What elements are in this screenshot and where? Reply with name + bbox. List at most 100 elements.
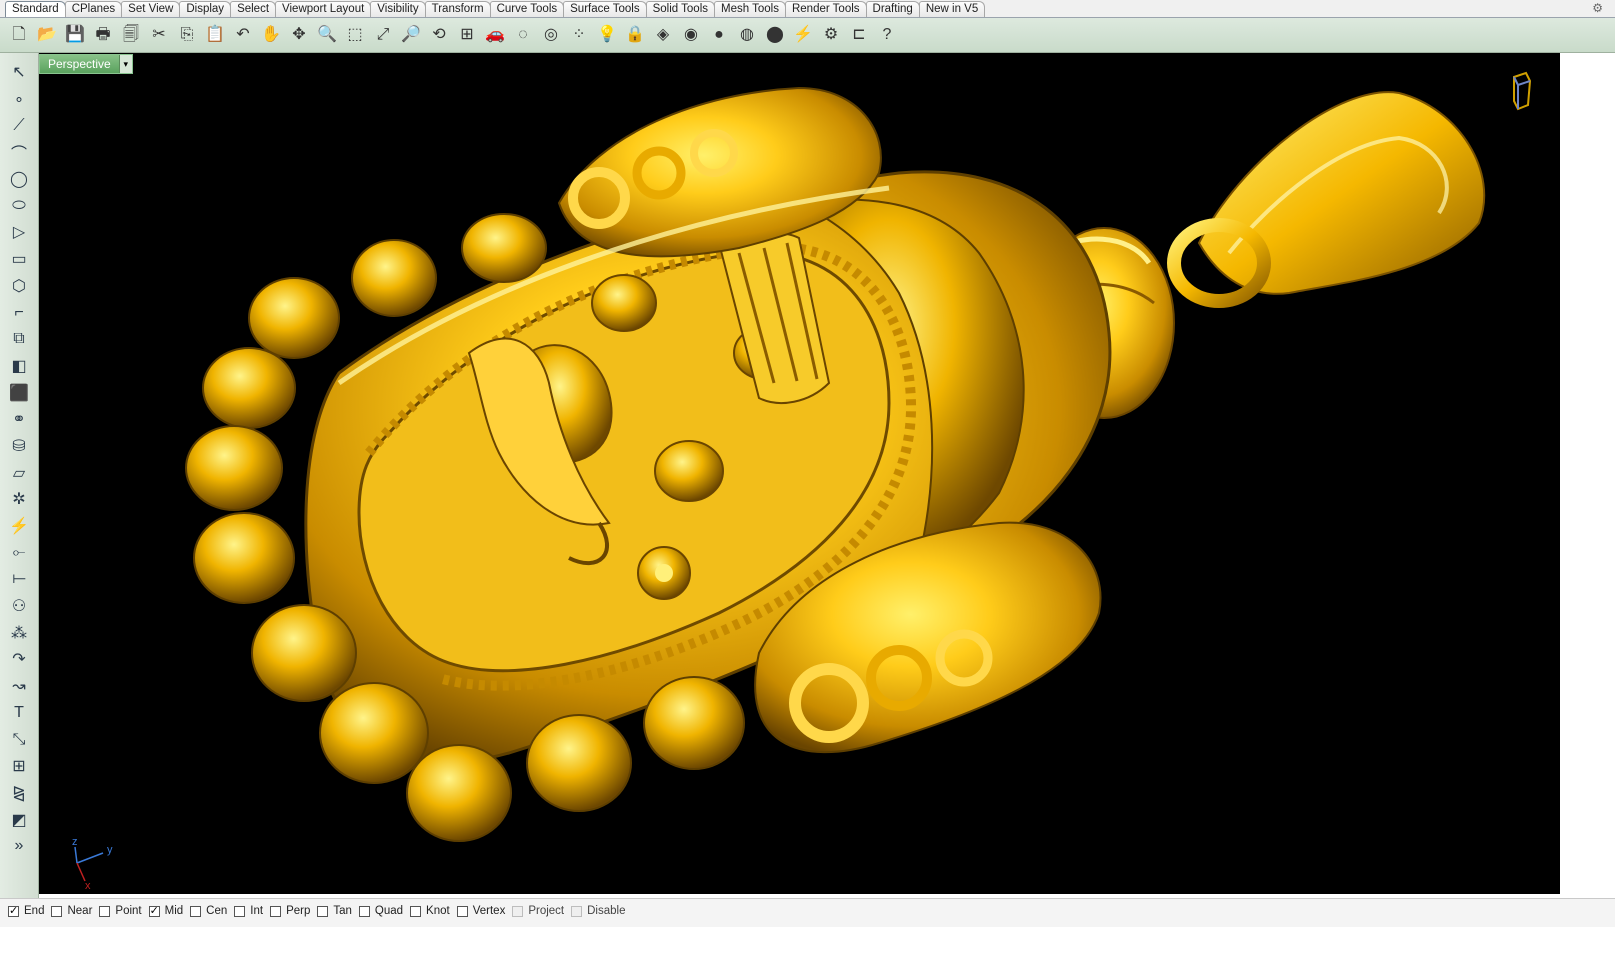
cut-icon[interactable]: ✂	[146, 22, 172, 48]
osnap-end-checkbox[interactable]	[8, 904, 19, 917]
cube-icon[interactable]: ◩	[6, 806, 32, 833]
osnap-project[interactable]: Project	[512, 905, 564, 917]
array-grid-icon[interactable]: ⊞	[6, 753, 32, 780]
undo-icon[interactable]: ↶	[230, 22, 256, 48]
osnap-perp-checkbox[interactable]	[270, 905, 282, 917]
osnap-quad[interactable]: Quad	[358, 905, 403, 917]
fillet-icon[interactable]: ⌐	[6, 299, 32, 326]
text-icon[interactable]: T	[6, 700, 32, 727]
tab-cplanes[interactable]: CPlanes	[64, 1, 123, 17]
points-icon[interactable]: ⁘	[566, 22, 592, 48]
surface-icon[interactable]: ◧	[6, 353, 32, 380]
copy-icon[interactable]: ⎘	[174, 22, 200, 48]
zoom-extents-icon[interactable]: ⤢	[370, 22, 396, 48]
arc-icon[interactable]: ↷	[6, 646, 32, 673]
pan-hand-icon[interactable]: ✋	[258, 22, 284, 48]
viewport-title-tab[interactable]: Perspective ▾	[39, 54, 133, 74]
paste-icon[interactable]: 📋	[202, 22, 228, 48]
zoom-selected-icon[interactable]: 🔎	[398, 22, 424, 48]
layer-icon[interactable]: ◈	[650, 22, 676, 48]
osnap-vertex-checkbox[interactable]	[456, 905, 468, 917]
hide-icon[interactable]: ◌	[510, 22, 536, 48]
circle-icon[interactable]: ◯	[6, 166, 32, 193]
move-icon[interactable]: ✥	[286, 22, 312, 48]
open-folder-icon[interactable]: 📂	[34, 22, 60, 48]
viewport-title[interactable]: Perspective	[40, 55, 119, 73]
rotate-view-icon[interactable]: ⟲	[426, 22, 452, 48]
tab-solid-tools[interactable]: Solid Tools	[645, 1, 715, 17]
show-icon[interactable]: ◎	[538, 22, 564, 48]
wireframe-sphere-icon[interactable]: ◍	[734, 22, 760, 48]
trim-icon[interactable]: ⟜	[6, 539, 32, 566]
lock-icon[interactable]: 🔒	[622, 22, 648, 48]
tab-set-view[interactable]: Set View	[121, 1, 181, 17]
mirror-icon[interactable]: ⧎	[6, 780, 32, 807]
osnap-point[interactable]: Point	[99, 905, 142, 917]
osnap-mid[interactable]: Mid	[148, 904, 183, 917]
gear-tool-icon[interactable]: ✲	[6, 486, 32, 513]
new-file-icon[interactable]: 🗋	[6, 22, 32, 48]
rectangle-icon[interactable]: ▭	[6, 246, 32, 273]
box-solid-icon[interactable]: ⬛	[6, 379, 32, 406]
four-viewports-icon[interactable]: ⊞	[454, 22, 480, 48]
osnap-int[interactable]: Int	[234, 905, 263, 917]
dimension-icon[interactable]: ⊏	[846, 22, 872, 48]
shaded-sphere-icon[interactable]: ⬤	[762, 22, 788, 48]
osnap-cen-checkbox[interactable]	[190, 905, 202, 917]
view-cube-icon[interactable]	[1510, 71, 1534, 111]
cylinder-icon[interactable]: ⛁	[6, 433, 32, 460]
hexagon-icon[interactable]: ⬡	[6, 273, 32, 300]
more-icon[interactable]: »	[6, 833, 32, 860]
osnap-perp[interactable]: Perp	[270, 905, 310, 917]
osnap-cen[interactable]: Cen	[190, 905, 227, 917]
osnap-disable[interactable]: Disable	[571, 905, 625, 917]
split-icon[interactable]: ⚡	[6, 513, 32, 540]
curve-icon[interactable]: ⌒	[6, 139, 32, 166]
osnap-point-checkbox[interactable]	[99, 905, 111, 917]
group-icon[interactable]: ⚇	[6, 593, 32, 620]
boolean-icon[interactable]: ⚭	[6, 406, 32, 433]
osnap-end[interactable]: End	[8, 904, 44, 917]
light-icon[interactable]: ⚡	[790, 22, 816, 48]
osnap-tan[interactable]: Tan	[317, 905, 352, 917]
osnap-vertex[interactable]: Vertex	[456, 905, 505, 917]
tab-curve-tools[interactable]: Curve Tools	[489, 1, 565, 17]
perspective-viewport[interactable]: Perspective ▾ y z x	[39, 53, 1560, 894]
osnap-quad-checkbox[interactable]	[358, 905, 370, 917]
save-icon[interactable]: 💾	[62, 22, 88, 48]
tab-new-in-v5[interactable]: New in V5	[918, 1, 986, 17]
osnap-knot[interactable]: Knot	[410, 905, 450, 917]
tab-surface-tools[interactable]: Surface Tools	[563, 1, 647, 17]
polygon-icon[interactable]: ▷	[6, 219, 32, 246]
tab-viewport-layout[interactable]: Viewport Layout	[275, 1, 372, 17]
osnap-tan-checkbox[interactable]	[317, 905, 329, 917]
ellipse-icon[interactable]: ⬭	[6, 192, 32, 219]
array-icon[interactable]: ⁂	[6, 619, 32, 646]
tab-drafting[interactable]: Drafting	[865, 1, 920, 17]
car-icon[interactable]: 🚗	[482, 22, 508, 48]
osnap-int-checkbox[interactable]	[234, 905, 246, 917]
offset-icon[interactable]: ⧉	[6, 326, 32, 353]
tab-render-tools[interactable]: Render Tools	[784, 1, 867, 17]
osnap-mid-checkbox[interactable]	[148, 904, 160, 917]
osnap-near-checkbox[interactable]	[51, 905, 63, 917]
settings-gear-icon[interactable]: ⚙	[818, 22, 844, 48]
lightbulb-icon[interactable]: 💡	[594, 22, 620, 48]
zoom-icon[interactable]: 🔍	[314, 22, 340, 48]
print-icon[interactable]: 🖶	[90, 22, 116, 48]
blend-icon[interactable]: ↝	[6, 673, 32, 700]
scale-icon[interactable]: ⤡	[6, 726, 32, 753]
plane-icon[interactable]: ▱	[6, 459, 32, 486]
extend-icon[interactable]: ⟝	[6, 566, 32, 593]
help-icon[interactable]: ?	[874, 22, 900, 48]
osnap-knot-checkbox[interactable]	[410, 905, 422, 917]
tab-standard[interactable]: Standard	[5, 1, 66, 17]
viewport-dropdown-icon[interactable]: ▾	[118, 55, 132, 73]
tab-select[interactable]: Select	[230, 1, 277, 17]
tab-visibility[interactable]: Visibility	[370, 1, 426, 17]
osnap-project-checkbox[interactable]	[512, 905, 524, 917]
tab-settings-icon[interactable]: ⚙	[1592, 1, 1603, 15]
copy-document-icon[interactable]: 🗐	[118, 22, 144, 48]
zoom-window-icon[interactable]: ⬚	[342, 22, 368, 48]
tab-display[interactable]: Display	[179, 1, 232, 17]
